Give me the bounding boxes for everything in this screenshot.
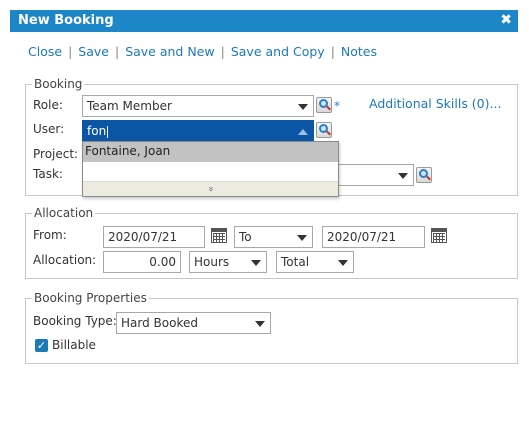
- task-label: Task:: [33, 167, 63, 181]
- mode-select-value: Total: [281, 255, 310, 269]
- allocation-amount-input[interactable]: 0.00: [103, 251, 181, 273]
- from-label: From:: [33, 228, 67, 242]
- toolbar-separator: |: [114, 44, 120, 59]
- user-search-icon[interactable]: [316, 122, 332, 138]
- user-autocomplete-list: Fontaine, Joan »: [82, 141, 339, 197]
- dialog-title: New Booking: [18, 13, 114, 28]
- user-combobox[interactable]: fon: [82, 120, 314, 142]
- to-date-value: 2020/07/21: [327, 230, 397, 244]
- user-option[interactable]: Fontaine, Joan: [83, 142, 338, 162]
- booking-properties-legend: Booking Properties: [34, 291, 147, 305]
- additional-skills-link[interactable]: Additional Skills (0)...: [369, 96, 501, 111]
- toolbar-separator: |: [220, 44, 225, 59]
- range-select-value: To: [239, 230, 252, 244]
- from-date-input[interactable]: 2020/07/21: [103, 226, 205, 248]
- chevron-down-icon: [297, 235, 307, 241]
- billable-checkbox[interactable]: ✓: [35, 339, 48, 352]
- booking-type-select[interactable]: Hard Booked: [116, 312, 271, 334]
- calendar-icon[interactable]: [211, 228, 227, 243]
- role-select[interactable]: Team Member: [82, 95, 314, 117]
- chevron-up-icon: [298, 129, 308, 135]
- allocation-label: Allocation:: [33, 253, 97, 267]
- range-select[interactable]: To: [234, 226, 313, 248]
- calendar-header: [432, 229, 446, 232]
- billable-label: Billable: [52, 338, 96, 352]
- mode-select[interactable]: Total: [276, 251, 354, 273]
- chevron-down-icon: [255, 321, 265, 327]
- role-search-icon[interactable]: [316, 97, 332, 113]
- allocation-legend: Allocation: [34, 206, 94, 220]
- checkmark-icon: ✓: [36, 339, 47, 352]
- notes-link[interactable]: Notes: [341, 44, 377, 59]
- role-label: Role:: [33, 98, 63, 112]
- booking-type-label: Booking Type:: [33, 314, 117, 328]
- magnifier-handle: [326, 130, 331, 136]
- calendar-grid: [213, 233, 225, 242]
- save-link[interactable]: Save: [78, 44, 109, 59]
- chevron-down-icon: [298, 104, 308, 110]
- unit-select-value: Hours: [194, 255, 230, 269]
- to-date-input[interactable]: 2020/07/21: [322, 226, 425, 248]
- toolbar-separator: |: [68, 44, 73, 59]
- save-and-copy-link[interactable]: Save and Copy: [231, 44, 325, 59]
- double-chevron-glyph: »: [205, 185, 217, 193]
- required-marker: *: [334, 99, 340, 113]
- user-input-value: fon: [87, 124, 107, 138]
- unit-select[interactable]: Hours: [189, 251, 267, 273]
- booking-type-value: Hard Booked: [121, 316, 198, 330]
- role-value: Team Member: [87, 99, 172, 113]
- action-toolbar: Close | Save | Save and New | Save and Copy | No…: [28, 44, 377, 59]
- chevron-down-icon: [398, 173, 408, 179]
- close-icon[interactable]: ✖: [500, 12, 512, 28]
- chevron-down-icon: [338, 260, 348, 266]
- close-link[interactable]: Close: [28, 44, 62, 59]
- text-cursor: [107, 125, 109, 138]
- chevron-down-icon: [251, 260, 261, 266]
- dialog-titlebar: New Booking ✖: [10, 10, 518, 32]
- booking-legend: Booking: [34, 77, 83, 91]
- calendar-icon[interactable]: [431, 228, 447, 243]
- calendar-grid: [433, 233, 445, 242]
- toolbar-separator: |: [330, 44, 335, 59]
- allocation-amount-value: 0.00: [149, 255, 176, 269]
- show-more-icon[interactable]: »: [83, 181, 338, 196]
- project-label: Project:: [33, 147, 79, 161]
- task-search-icon[interactable]: [416, 167, 432, 183]
- user-label: User:: [33, 122, 65, 136]
- save-and-new-link[interactable]: Save and New: [125, 44, 214, 59]
- calendar-header: [212, 229, 226, 232]
- magnifier-handle: [426, 175, 431, 181]
- magnifier-handle: [326, 105, 331, 111]
- from-date-value: 2020/07/21: [108, 230, 178, 244]
